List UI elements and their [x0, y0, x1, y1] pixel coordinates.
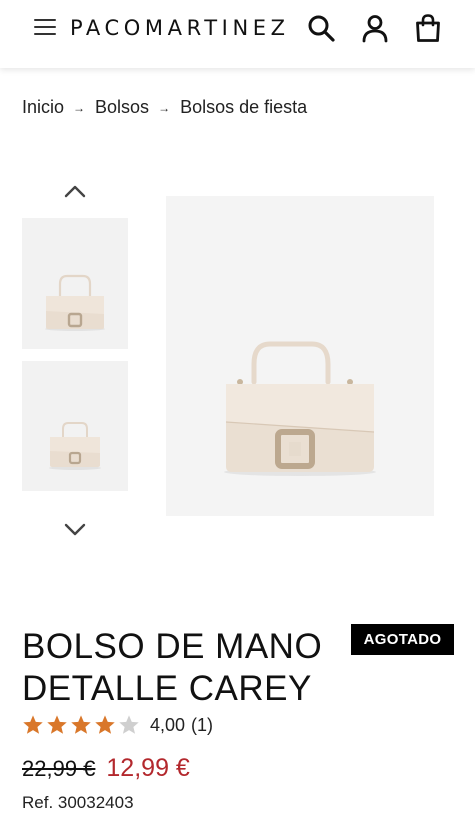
- star-filled-icon: [23, 715, 43, 734]
- star-filled-icon: [95, 715, 115, 734]
- product-title: BOLSO DE MANO DETALLE CAREY: [22, 627, 323, 708]
- breadcrumb-inicio[interactable]: Inicio: [22, 97, 64, 117]
- product-rating[interactable]: 4,00 (1): [22, 712, 213, 738]
- breadcrumb-bolsos-de-fiesta[interactable]: Bolsos de fiesta: [180, 97, 307, 117]
- breadcrumb: Inicio → Bolsos → Bolsos de fiesta: [22, 97, 307, 118]
- sale-price: 12,99 €: [106, 754, 190, 782]
- product-price: 22,99 € 12,99 €: [22, 754, 190, 783]
- thumbnail-1[interactable]: [22, 218, 128, 349]
- breadcrumb-separator: →: [73, 101, 86, 115]
- star-empty-icon: [119, 715, 139, 734]
- search-icon[interactable]: [306, 13, 336, 43]
- rating-stars: [22, 714, 142, 736]
- handbag-main-image: [166, 196, 434, 516]
- rating-value: 4,00: [150, 714, 186, 735]
- hamburger-menu-icon[interactable]: [34, 19, 56, 37]
- breadcrumb-bolsos[interactable]: Bolsos: [95, 97, 149, 117]
- star-filled-icon: [71, 715, 91, 734]
- user-icon[interactable]: [360, 13, 390, 43]
- site-header: PACOMARTINEZ: [0, 0, 475, 68]
- chevron-down-icon[interactable]: [62, 520, 88, 538]
- original-price: 22,99 €: [22, 756, 96, 781]
- main-product-image[interactable]: [166, 196, 434, 516]
- chevron-up-icon[interactable]: [62, 182, 88, 200]
- breadcrumb-separator: →: [158, 101, 171, 115]
- brand-logo[interactable]: PACOMARTINEZ: [70, 16, 290, 40]
- review-count[interactable]: (1): [191, 715, 213, 736]
- handbag-thumbnail-image: [22, 218, 128, 349]
- star-filled-icon: [47, 715, 67, 734]
- handbag-thumbnail-image: [22, 361, 128, 491]
- shopping-bag-icon[interactable]: [413, 13, 443, 43]
- thumbnail-2[interactable]: [22, 361, 128, 491]
- out-of-stock-badge: AGOTADO: [351, 624, 454, 655]
- product-reference: Ref. 30032403: [22, 793, 134, 812]
